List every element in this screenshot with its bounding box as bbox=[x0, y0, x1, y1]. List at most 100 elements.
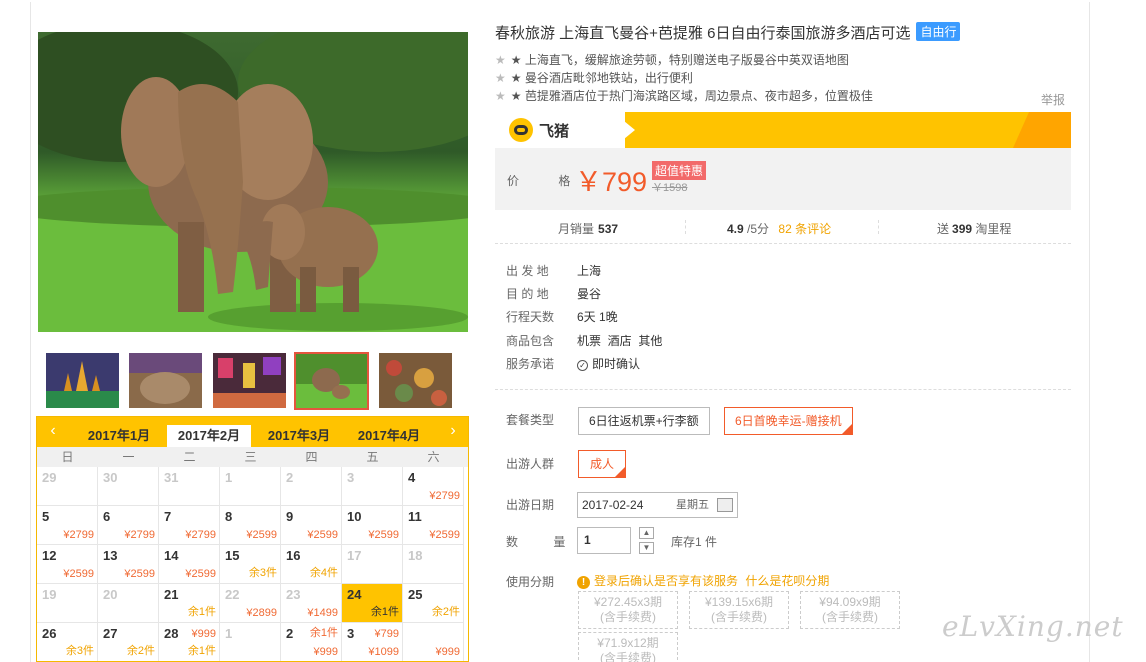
review-count-link[interactable]: 82 条评论 bbox=[778, 222, 831, 236]
calendar-icon[interactable] bbox=[717, 498, 733, 512]
calendar-day[interactable]: 21 余1件 bbox=[159, 584, 220, 623]
stats-bar: 月销量 537 4.9 /5分 82 条评论 送 399 淘里程 bbox=[495, 212, 1071, 244]
calendar-day[interactable]: 25 余2件 bbox=[403, 584, 464, 623]
package-option[interactable]: 6日往返机票+行李额 bbox=[578, 407, 710, 435]
calendar-day[interactable]: 27 余2件 bbox=[98, 623, 159, 661]
day-number: 5 bbox=[42, 509, 50, 524]
info-label: 目 的 地 bbox=[506, 287, 549, 301]
huabei-info-link[interactable]: 什么是花呗分期 bbox=[745, 574, 829, 588]
day-price-secondary: ¥799 bbox=[374, 628, 399, 640]
login-notice[interactable]: 登录后确认是否享有该服务 bbox=[594, 574, 738, 588]
day-number: 30 bbox=[103, 470, 118, 485]
calendar-month-tab[interactable]: 2017年3月 bbox=[257, 425, 341, 447]
calendar-day[interactable]: 5 ¥2799 bbox=[37, 506, 98, 545]
installment-amount: ¥94.09x9期 bbox=[819, 595, 881, 609]
brand-banner: 飞猪 bbox=[495, 112, 1071, 148]
day-number: 26 bbox=[42, 626, 57, 641]
calendar-day[interactable]: 14 ¥2599 bbox=[159, 545, 220, 584]
weekday-label: 三 bbox=[244, 450, 257, 464]
calendar-day[interactable]: 12 ¥2599 bbox=[37, 545, 98, 584]
thumbnail-3[interactable] bbox=[213, 353, 286, 408]
calendar-day[interactable]: 11 ¥2599 bbox=[403, 506, 464, 545]
calendar-day: 23 ¥1499 bbox=[281, 584, 342, 623]
calendar-month-tab[interactable]: 2017年1月 bbox=[77, 425, 161, 447]
price-calendar: ‹ 2017年1月 2017年2月 2017年3月 2017年4月 › 日 一 … bbox=[36, 416, 469, 662]
calendar-day: 18 bbox=[403, 545, 464, 584]
day-price: 余3件 bbox=[248, 567, 277, 579]
original-price: ￥1598 bbox=[652, 182, 688, 194]
calendar-month-tab-active[interactable]: 2017年2月 bbox=[167, 425, 251, 447]
day-price: ¥2599 bbox=[124, 568, 155, 580]
calendar-day[interactable]: 7 ¥2799 bbox=[159, 506, 220, 545]
quantity-input[interactable]: 1 bbox=[577, 527, 631, 554]
calendar-day[interactable]: 10 ¥2599 bbox=[342, 506, 403, 545]
calendar-day: 22 ¥2899 bbox=[220, 584, 281, 623]
points-prefix: 送 bbox=[937, 222, 950, 236]
thumbnail-5[interactable] bbox=[379, 353, 452, 408]
day-price: 余2件 bbox=[431, 606, 460, 618]
warning-icon: ! bbox=[577, 576, 590, 589]
package-option-selected[interactable]: 6日首晚幸运-赠接机 bbox=[724, 407, 853, 435]
calendar-day[interactable]: 8 ¥2599 bbox=[220, 506, 281, 545]
day-number: 11 bbox=[408, 509, 422, 524]
chevron-left-icon[interactable]: ‹ bbox=[43, 422, 63, 440]
day-price: 余3件 bbox=[65, 645, 94, 657]
calendar-day: 2 bbox=[281, 467, 342, 506]
chevron-right-icon[interactable]: › bbox=[443, 422, 463, 440]
day-number: 29 bbox=[42, 470, 57, 485]
calendar-day[interactable]: 15 余3件 bbox=[220, 545, 281, 584]
quantity-label: 数 量 bbox=[506, 535, 582, 549]
installment-note: (含手续费) bbox=[711, 610, 767, 624]
installment-option[interactable]: ¥94.09x9期 (含手续费) bbox=[800, 591, 900, 629]
calendar-day[interactable]: 13 ¥2599 bbox=[98, 545, 159, 584]
info-value: 机票 酒店 其他 bbox=[577, 334, 663, 348]
installment-option[interactable]: ¥272.45x3期 (含手续费) bbox=[578, 591, 678, 629]
day-price: ¥1499 bbox=[307, 607, 338, 619]
day-number: 20 bbox=[103, 587, 118, 602]
calendar-day[interactable]: 26 余3件 bbox=[37, 623, 98, 661]
calendar-day[interactable]: 9 ¥2599 bbox=[281, 506, 342, 545]
calendar-day: 17 bbox=[342, 545, 403, 584]
decrement-icon[interactable]: ▼ bbox=[639, 542, 654, 554]
calendar-day[interactable]: ¥999 bbox=[403, 623, 464, 661]
calendar-day-selected[interactable]: 24 余1件 bbox=[342, 584, 403, 623]
day-number: 12 bbox=[42, 548, 57, 563]
calendar-month-tab[interactable]: 2017年4月 bbox=[347, 425, 431, 447]
day-number: 24 bbox=[347, 587, 362, 602]
calendar-day[interactable]: 28 余1件 ¥999 bbox=[159, 623, 220, 661]
calendar-day[interactable]: 16 余4件 bbox=[281, 545, 342, 584]
calendar-day[interactable]: 3 ¥1099 ¥799 bbox=[342, 623, 403, 661]
divider bbox=[878, 220, 879, 234]
banner-arrow-shape bbox=[613, 112, 635, 148]
mileage-points: 送 399 淘里程 bbox=[937, 220, 1011, 237]
day-number: 16 bbox=[286, 548, 301, 563]
date-input[interactable]: 2017-02-24 星期五 bbox=[577, 492, 738, 518]
day-price: ¥2799 bbox=[63, 529, 94, 541]
thumbnail-1[interactable] bbox=[46, 353, 119, 408]
day-number: 23 bbox=[286, 587, 301, 602]
day-number: 13 bbox=[103, 548, 118, 563]
star-icon: ★ bbox=[495, 71, 506, 85]
service-promise: ✓ 即时确认 bbox=[577, 355, 640, 372]
day-number: 2 bbox=[286, 626, 294, 641]
info-value: 即时确认 bbox=[592, 357, 641, 371]
installment-note: (含手续费) bbox=[600, 651, 656, 662]
calendar-day[interactable]: 6 ¥2799 bbox=[98, 506, 159, 545]
traveler-option-selected[interactable]: 成人 bbox=[578, 450, 627, 478]
thumbnail-2[interactable] bbox=[129, 353, 202, 408]
day-price: ¥2799 bbox=[124, 529, 155, 541]
day-price: ¥999 bbox=[313, 646, 338, 658]
calendar-day[interactable]: 4 ¥2799 bbox=[403, 467, 464, 506]
calendar-day[interactable]: 2 ¥999 余1件 bbox=[281, 623, 342, 661]
thumbnail-4-selected[interactable] bbox=[294, 352, 369, 410]
day-price: 余1件 bbox=[187, 645, 216, 657]
product-title: 春秋旅游 上海直飞曼谷+芭提雅 6日自由行泰国旅游多酒店可选 自由行 bbox=[495, 22, 961, 43]
info-label: 商品包含 bbox=[506, 334, 555, 348]
increment-icon[interactable]: ▲ bbox=[639, 527, 654, 539]
weekday-label: 二 bbox=[183, 450, 196, 464]
installment-option[interactable]: ¥139.15x6期 (含手续费) bbox=[689, 591, 789, 629]
report-link[interactable]: 举报 bbox=[1041, 91, 1065, 108]
day-number: 15 bbox=[225, 548, 240, 563]
check-circle-icon: ✓ bbox=[577, 360, 588, 371]
installment-option[interactable]: ¥71.9x12期 (含手续费) bbox=[578, 632, 678, 662]
